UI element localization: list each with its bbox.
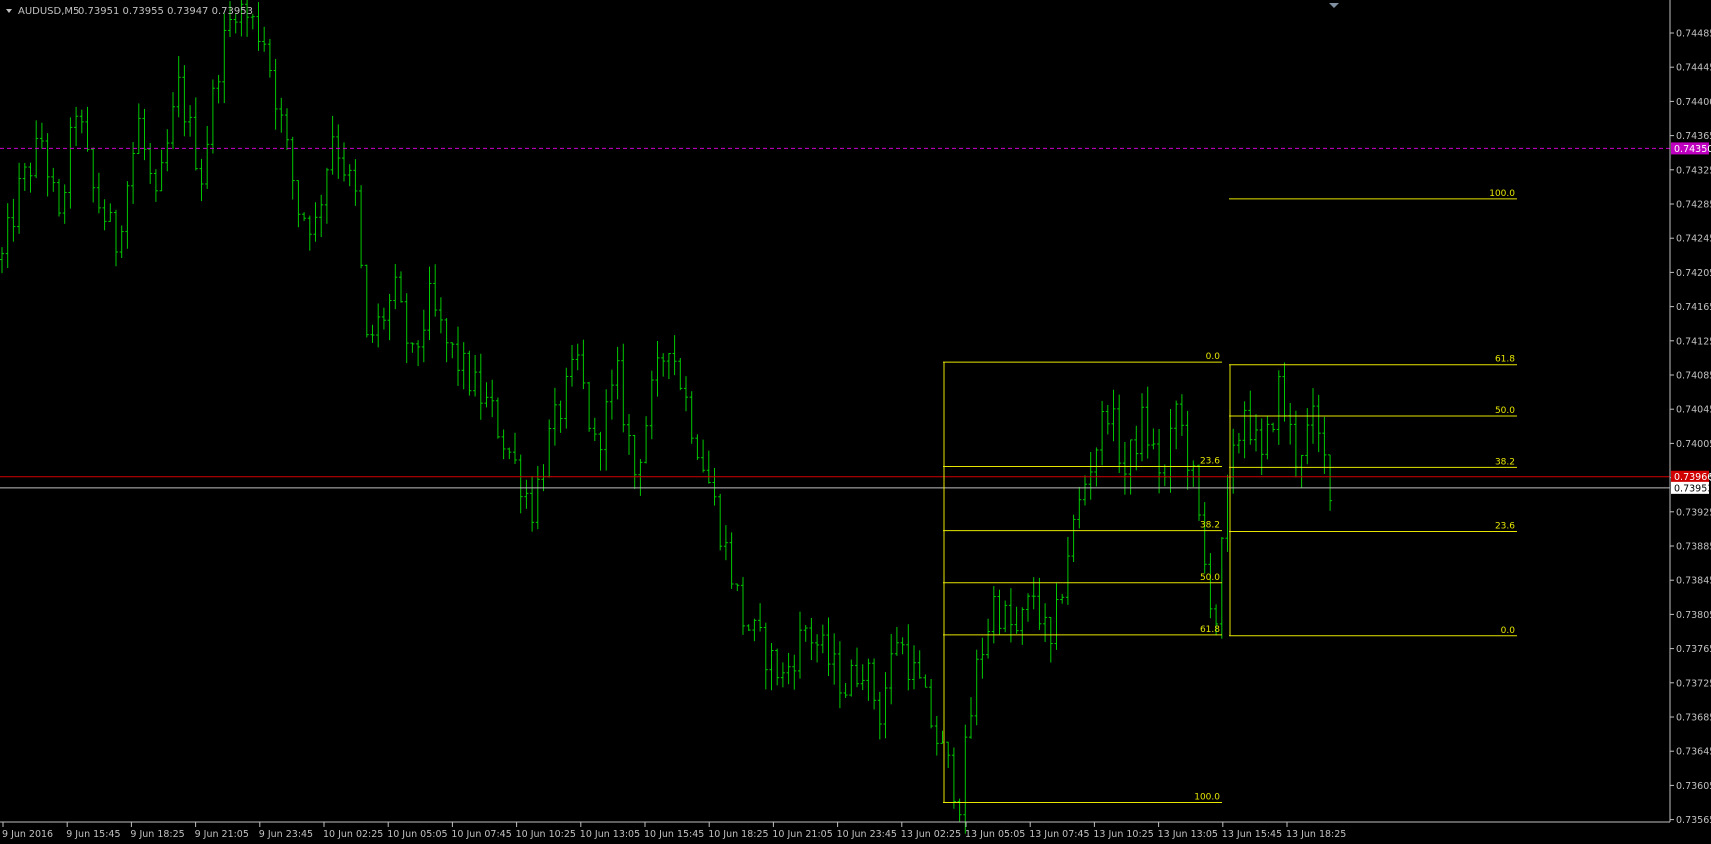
time-tick-label: 13 Jun 15:45 (1222, 829, 1282, 840)
price-tick-label: 0.74205 (1676, 268, 1711, 279)
symbol-label: AUDUSD,M5 (18, 6, 79, 17)
svg-text:0.73966: 0.73966 (1674, 472, 1711, 483)
time-tick-label: 10 Jun 02:25 (323, 829, 383, 840)
time-tick-label: 9 Jun 23:45 (259, 829, 313, 840)
price-tick-label: 0.74285 (1676, 200, 1711, 211)
fibo-level-label: 38.2 (1495, 457, 1515, 467)
price-tick-label: 0.73765 (1676, 644, 1711, 655)
price-chart[interactable]: 0.0 23.6 38.2 50.0 61.8 100.0 100.0 61.8 50.0 38.… (0, 0, 1711, 844)
price-tick-label: 0.74365 (1676, 131, 1711, 142)
time-tick-label: 10 Jun 07:45 (451, 829, 511, 840)
fibo-level-label: 0.0 (1206, 352, 1221, 362)
price-tick-label: 0.73805 (1676, 610, 1711, 621)
bid-price-tag: 0.73966 (1671, 470, 1711, 483)
fibo-level-label: 100.0 (1489, 189, 1515, 199)
time-tick-label: 13 Jun 05:05 (965, 829, 1025, 840)
price-tick-label: 0.73565 (1676, 815, 1711, 826)
price-tick-label: 0.73885 (1676, 542, 1711, 553)
price-tick-label: 0.74005 (1676, 439, 1711, 450)
price-tick-label: 0.73925 (1676, 507, 1711, 518)
time-tick-label: 13 Jun 07:45 (1029, 829, 1089, 840)
fibo-level-label: 100.0 (1194, 793, 1220, 803)
price-tick-label: 0.74165 (1676, 302, 1711, 313)
price-tick-label: 0.74400 (1676, 97, 1711, 108)
time-tick-label: 13 Jun 13:05 (1158, 829, 1218, 840)
time-tick-label: 9 Jun 21:05 (195, 829, 249, 840)
price-tick-label: 0.74485 (1676, 29, 1711, 40)
fibo-level-label: 50.0 (1200, 573, 1220, 583)
time-tick-label: 9 Jun 2016 (2, 829, 53, 840)
time-tick-label: 13 Jun 10:25 (1093, 829, 1153, 840)
time-tick-label: 10 Jun 21:05 (772, 829, 832, 840)
price-tick-label: 0.74445 (1676, 63, 1711, 74)
time-tick-label: 9 Jun 15:45 (66, 829, 120, 840)
price-tick-label: 0.73845 (1676, 576, 1711, 587)
time-tick-label: 13 Jun 18:25 (1286, 829, 1346, 840)
fibo-level-label: 0.0 (1501, 626, 1516, 636)
fibo-level-label: 61.8 (1495, 355, 1515, 365)
price-tick-label: 0.73685 (1676, 713, 1711, 724)
price-tick-label: 0.74245 (1676, 234, 1711, 245)
fibo-level-label: 61.8 (1200, 625, 1220, 635)
ohlc-readout: 0.73951 0.73955 0.73947 0.73953 (78, 6, 253, 17)
chart-header: AUDUSD,M5 0.73951 0.73955 0.73947 0.7395… (6, 6, 253, 17)
price-tick-label: 0.73645 (1676, 747, 1711, 758)
time-tick-label: 10 Jun 05:05 (387, 829, 447, 840)
fibo-level-label: 23.6 (1200, 456, 1220, 466)
time-tick-label: 10 Jun 18:25 (708, 829, 768, 840)
price-tick-label: 0.74325 (1676, 165, 1711, 176)
fibo-level-label: 38.2 (1200, 521, 1220, 531)
fibo-level-label: 50.0 (1495, 406, 1515, 416)
time-tick-label: 9 Jun 18:25 (130, 829, 184, 840)
fibo-level-label: 23.6 (1495, 521, 1515, 531)
price-tick-label: 0.73725 (1676, 678, 1711, 689)
time-tick-label: 10 Jun 13:05 (580, 829, 640, 840)
alert-price-tag: 0.74350 (1671, 142, 1711, 155)
time-tick-label: 10 Jun 15:45 (644, 829, 704, 840)
price-tick-label: 0.73605 (1676, 781, 1711, 792)
current-price-tag: 0.73953 (1671, 481, 1711, 494)
time-tick-label: 13 Jun 02:25 (901, 829, 961, 840)
time-tick-label: 10 Jun 10:25 (516, 829, 576, 840)
svg-text:0.74350: 0.74350 (1674, 144, 1711, 155)
chart-window[interactable]: 0.0 23.6 38.2 50.0 61.8 100.0 100.0 61.8 50.0 38.… (0, 0, 1711, 844)
time-tick-label: 10 Jun 23:45 (837, 829, 897, 840)
price-tick-label: 0.74085 (1676, 371, 1711, 382)
price-tick-label: 0.74125 (1676, 336, 1711, 347)
price-tick-label: 0.74045 (1676, 405, 1711, 416)
chart-background (0, 0, 1711, 844)
svg-text:0.73953: 0.73953 (1674, 483, 1711, 494)
